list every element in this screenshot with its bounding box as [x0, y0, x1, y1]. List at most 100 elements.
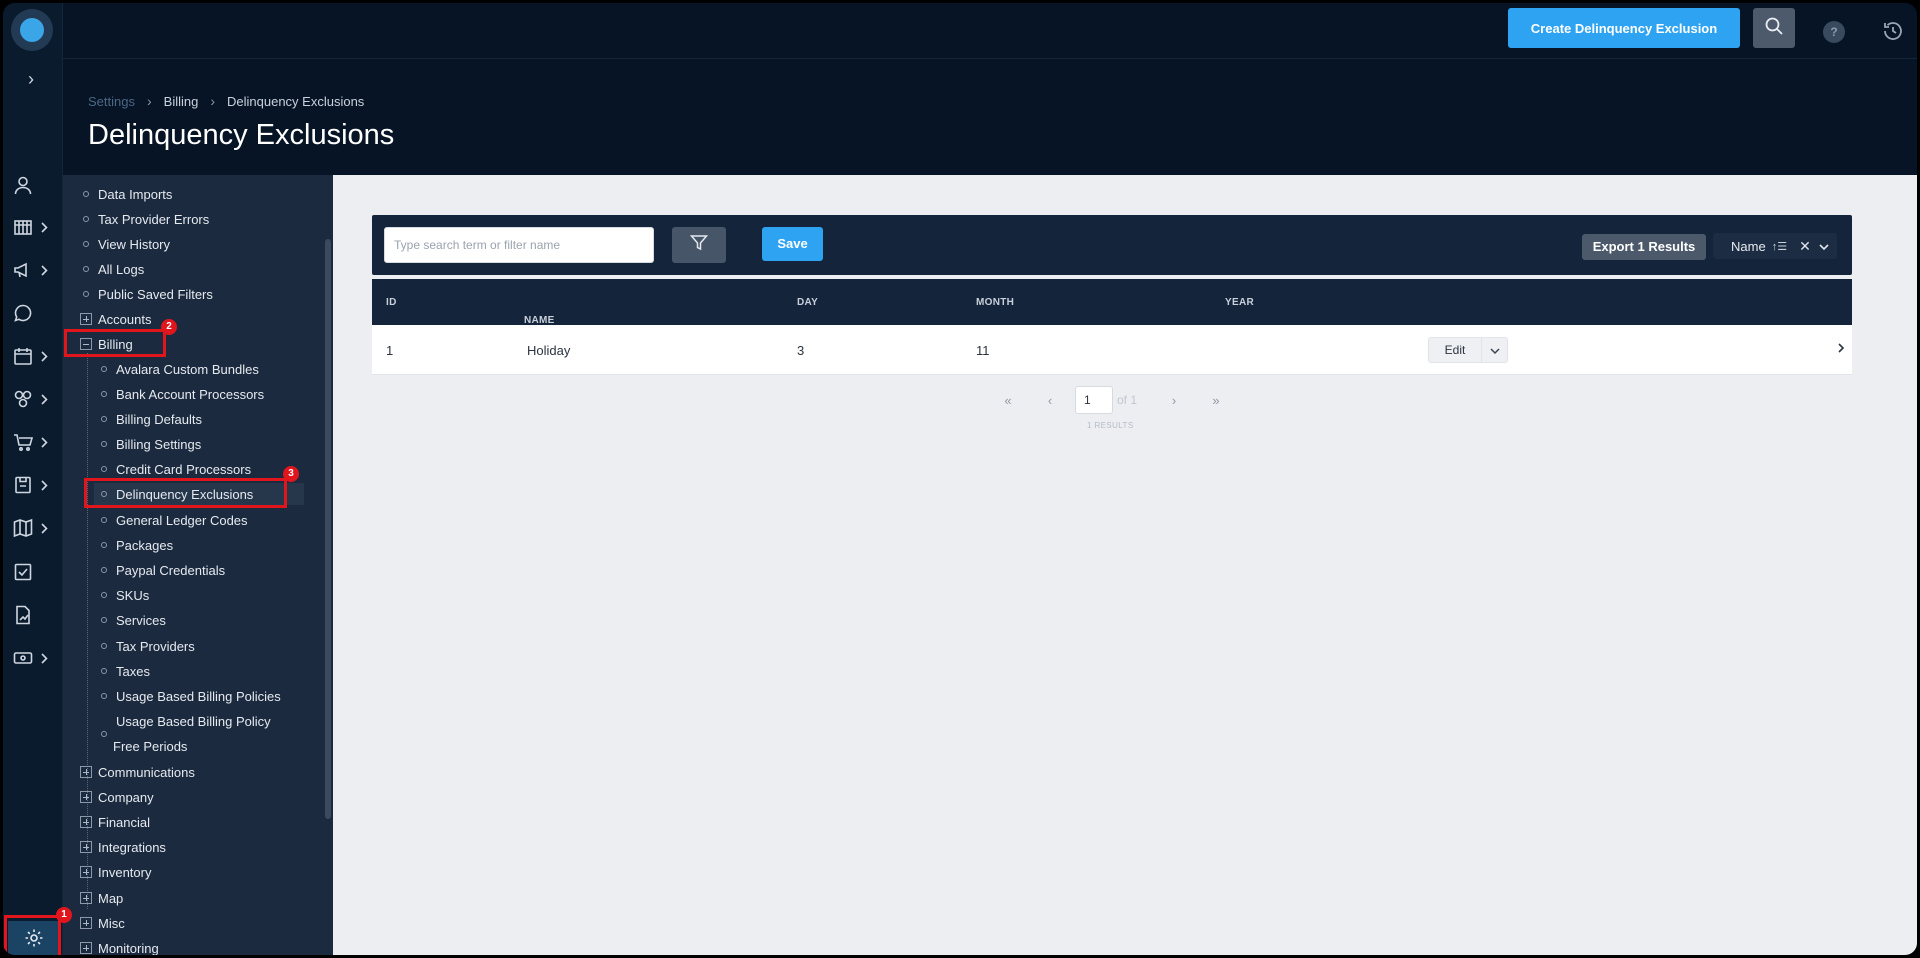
cart-icon: [13, 432, 33, 452]
tree-item-billing-defaults[interactable]: Billing Defaults: [101, 408, 202, 430]
filter-button[interactable]: [672, 227, 726, 263]
expand-icon[interactable]: [80, 313, 92, 325]
tree-item-usage-based-billing-policies[interactable]: Usage Based Billing Policies: [101, 685, 281, 707]
expand-icon[interactable]: [80, 791, 92, 803]
export-results-button[interactable]: Export 1 Results: [1582, 234, 1706, 260]
global-search-button[interactable]: [1753, 8, 1795, 48]
rail-reports[interactable]: [13, 470, 59, 500]
tree-group-integrations[interactable]: Integrations: [80, 836, 166, 858]
tree-group-misc[interactable]: Misc: [80, 912, 125, 934]
tree-group-company[interactable]: Company: [80, 786, 154, 808]
tree-item-usage-based-billing-policy[interactable]: Usage Based Billing Policy: [116, 710, 271, 732]
rail-network[interactable]: [13, 384, 59, 414]
tree-item-avalara-custom-bundles[interactable]: Avalara Custom Bundles: [101, 358, 259, 380]
row-actions-dropdown[interactable]: [1482, 337, 1508, 363]
expand-icon[interactable]: [80, 816, 92, 828]
tree-group-financial[interactable]: Financial: [80, 811, 150, 833]
rail-marketing[interactable]: [13, 255, 59, 285]
tree-item-label: Financial: [98, 814, 151, 830]
expand-icon[interactable]: [80, 841, 92, 853]
rail-calendar[interactable]: [13, 341, 59, 371]
tree-item-label: SKUs: [116, 587, 150, 603]
chevron-down-icon[interactable]: [1819, 239, 1829, 254]
tree-item-label: Billing Settings: [116, 436, 202, 452]
breadcrumb-billing[interactable]: Billing: [164, 94, 199, 109]
tree-group-communications[interactable]: Communications: [80, 761, 195, 783]
tree-item-label: Monitoring: [98, 940, 159, 956]
tree-item-view-history[interactable]: View History: [83, 233, 170, 255]
column-header-month[interactable]: MONTH: [976, 297, 1014, 308]
row-expand-chevron-icon[interactable]: [1837, 342, 1845, 357]
column-header-id[interactable]: ID: [386, 297, 397, 308]
rail-users[interactable]: [13, 170, 59, 200]
breadcrumb-settings[interactable]: Settings: [88, 94, 135, 109]
tree-item-bank-account-processors[interactable]: Bank Account Processors: [101, 383, 264, 405]
create-delinquency-exclusion-button[interactable]: Create Delinquency Exclusion: [1508, 8, 1740, 48]
tree-item-skus[interactable]: SKUs: [101, 584, 149, 606]
rail-messages[interactable]: [13, 298, 59, 328]
tree-item-free-periods[interactable]: Free Periods: [113, 735, 187, 757]
tree-item-credit-card-processors[interactable]: Credit Card Processors: [101, 458, 251, 480]
annotation-box-1: [4, 915, 61, 955]
column-header-year[interactable]: YEAR: [1225, 297, 1254, 308]
first-page-button[interactable]: «: [993, 393, 1023, 408]
history-icon[interactable]: [1881, 19, 1905, 43]
tree-item-public-saved-filters[interactable]: Public Saved Filters: [83, 283, 213, 305]
search-input[interactable]: [384, 227, 654, 263]
rail-tasks[interactable]: [13, 557, 59, 587]
help-icon[interactable]: ?: [1823, 21, 1845, 43]
tree-item-services[interactable]: Services: [101, 609, 166, 631]
last-page-button[interactable]: »: [1201, 393, 1231, 408]
tree-item-general-ledger-codes[interactable]: General Ledger Codes: [101, 509, 248, 531]
next-page-button[interactable]: ›: [1159, 393, 1189, 408]
checkbox-icon: [13, 562, 33, 582]
clear-sort-icon[interactable]: ✕: [1799, 238, 1811, 255]
sort-control[interactable]: Name ↑☰ ✕: [1713, 233, 1837, 259]
page-number-input[interactable]: [1075, 386, 1113, 414]
tree-scrollbar[interactable]: [325, 239, 331, 819]
expand-rail-icon[interactable]: ›: [21, 69, 41, 89]
expand-icon[interactable]: [80, 917, 92, 929]
sort-direction-icon[interactable]: ↑☰: [1772, 240, 1787, 253]
tree-item-billing-settings[interactable]: Billing Settings: [101, 433, 201, 455]
tree-item-tax-provider-errors[interactable]: Tax Provider Errors: [83, 208, 209, 230]
expand-icon[interactable]: [80, 892, 92, 904]
tree-group-monitoring[interactable]: Monitoring: [80, 937, 159, 955]
expand-icon[interactable]: [80, 866, 92, 878]
prev-page-button[interactable]: ‹: [1035, 393, 1065, 408]
app-logo[interactable]: [11, 9, 53, 51]
tree-item-paypal-credentials[interactable]: Paypal Credentials: [101, 559, 225, 581]
tree-item-packages[interactable]: Packages: [101, 534, 173, 556]
annotation-box-3: [84, 478, 287, 508]
tree-group-map[interactable]: Map: [80, 887, 123, 909]
annotation-badge-3: 3: [283, 466, 299, 482]
bullet-icon: [101, 643, 107, 649]
bullet-icon: [83, 191, 89, 197]
tree-item-data-imports[interactable]: Data Imports: [83, 183, 172, 205]
expand-icon[interactable]: [80, 942, 92, 954]
save-button[interactable]: Save: [762, 227, 823, 261]
receipt-icon: [13, 217, 33, 237]
bullet-icon: [101, 567, 107, 573]
rail-map[interactable]: [13, 513, 59, 543]
tree-item-label: Accounts: [98, 311, 152, 327]
tree-item-label: Misc: [98, 915, 125, 931]
bullet-icon: [83, 216, 89, 222]
rail-documents[interactable]: [13, 600, 59, 630]
tree-group-accounts[interactable]: Accounts: [80, 308, 151, 330]
column-header-day[interactable]: DAY: [797, 297, 818, 308]
tree-item-label: Company: [98, 789, 154, 805]
edit-button[interactable]: Edit: [1428, 337, 1482, 363]
rail-inventory[interactable]: [13, 427, 59, 457]
tree-item-taxes[interactable]: Taxes: [101, 660, 150, 682]
rail-devices[interactable]: [13, 643, 59, 673]
rail-billing[interactable]: [13, 212, 59, 242]
table-row[interactable]: 1 Holiday 3 11 Edit: [372, 325, 1852, 375]
expand-icon[interactable]: [80, 766, 92, 778]
chevron-down-icon: [1489, 343, 1500, 358]
megaphone-icon: [13, 260, 33, 280]
tree-group-inventory[interactable]: Inventory: [80, 861, 151, 883]
bullet-icon: [83, 291, 89, 297]
tree-item-tax-providers[interactable]: Tax Providers: [101, 635, 195, 657]
tree-item-all-logs[interactable]: All Logs: [83, 258, 144, 280]
